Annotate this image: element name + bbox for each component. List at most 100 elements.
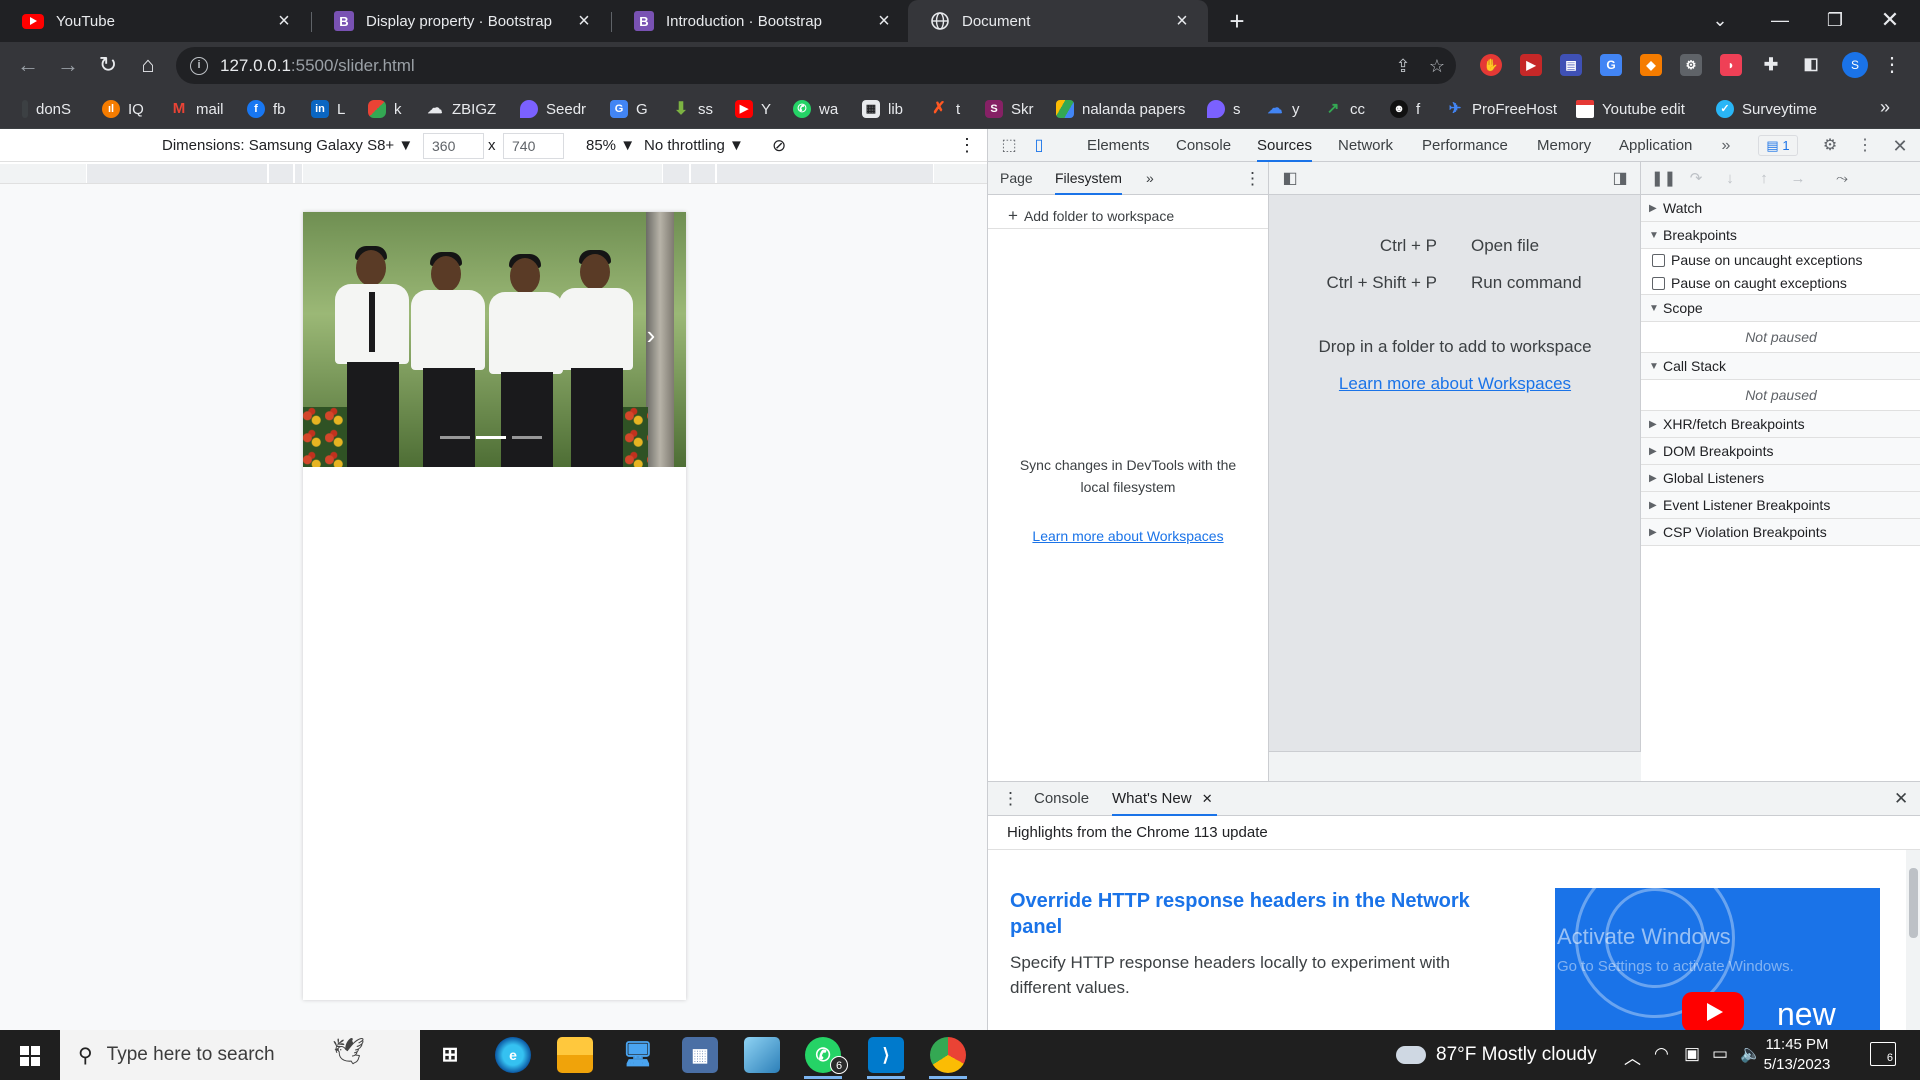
close-drawer-icon[interactable]: ✕ bbox=[1894, 782, 1908, 816]
whats-new-title-link[interactable]: Override HTTP response headers in the Ne… bbox=[1010, 888, 1500, 940]
bookmark-item[interactable]: s bbox=[1207, 98, 1241, 120]
system-clock[interactable]: 11:45 PM 5/13/2023 bbox=[1742, 1035, 1852, 1075]
meet-now-icon[interactable]: ▣ bbox=[1684, 1044, 1700, 1064]
devtools-menu-icon[interactable]: ⋮ bbox=[1854, 135, 1876, 157]
scrollbar-thumb[interactable] bbox=[1909, 868, 1918, 938]
carousel-indicator[interactable] bbox=[512, 436, 542, 439]
bookmark-item[interactable]: Mmail bbox=[170, 98, 224, 120]
minimize-icon[interactable]: — bbox=[1750, 0, 1810, 42]
drawer-scrollbar[interactable] bbox=[1906, 850, 1920, 1031]
bookmark-item[interactable]: ☁ ZBIGZ bbox=[426, 98, 497, 120]
close-tab-icon[interactable]: × bbox=[1170, 10, 1194, 33]
device-toggle-icon[interactable]: ▯ bbox=[1028, 135, 1050, 157]
bookmark-item[interactable]: S Skr bbox=[985, 98, 1034, 120]
media-query-segment[interactable] bbox=[294, 164, 303, 183]
bookmark-item[interactable]: nalanda papers bbox=[1056, 98, 1185, 120]
height-input[interactable]: 740 bbox=[503, 133, 564, 159]
vscode-icon[interactable]: ⟩ bbox=[868, 1037, 904, 1073]
file-explorer-icon[interactable] bbox=[557, 1037, 593, 1073]
tab-filesystem[interactable]: Filesystem bbox=[1055, 162, 1122, 195]
reload-icon[interactable]: ↻ bbox=[92, 49, 124, 81]
profile-avatar[interactable]: S bbox=[1842, 52, 1868, 78]
bookmark-star-icon[interactable]: ☆ bbox=[1426, 55, 1448, 77]
drawer-tab-console[interactable]: Console bbox=[1034, 782, 1089, 816]
settings-gear-icon[interactable]: ⚙ bbox=[1819, 135, 1841, 157]
tab-memory[interactable]: Memory bbox=[1537, 129, 1591, 162]
chrome-menu-icon[interactable]: ⋮ bbox=[1882, 50, 1902, 80]
close-devtools-icon[interactable]: ✕ bbox=[1889, 135, 1911, 157]
bookmark-item[interactable]: ↗ cc bbox=[1324, 98, 1365, 120]
step-into-icon[interactable]: ↓ bbox=[1719, 168, 1741, 190]
csp-violation-breakpoints-pane[interactable]: ▶ CSP Violation Breakpoints bbox=[1641, 519, 1920, 546]
tab-document[interactable]: Document × bbox=[908, 0, 1208, 42]
throttling-select[interactable]: No throttling ▼ bbox=[644, 129, 744, 162]
inspect-element-icon[interactable]: ⬚ bbox=[998, 135, 1020, 157]
chrome-icon[interactable] bbox=[930, 1037, 966, 1073]
carousel-indicator-active[interactable] bbox=[476, 436, 506, 439]
url-text[interactable]: 127.0.0.1:5500/slider.html bbox=[220, 56, 415, 76]
step-out-icon[interactable]: ↑ bbox=[1753, 168, 1775, 190]
forward-icon[interactable]: → bbox=[52, 49, 84, 81]
step-icon[interactable]: → bbox=[1787, 168, 1809, 190]
pause-uncaught-option[interactable]: Pause on uncaught exceptions bbox=[1641, 249, 1920, 272]
tab-elements[interactable]: Elements bbox=[1087, 129, 1150, 162]
bookmark-item[interactable]: k bbox=[368, 98, 402, 120]
restore-icon[interactable]: ❐ bbox=[1805, 0, 1865, 42]
media-query-segment[interactable] bbox=[690, 164, 716, 183]
battery-icon[interactable]: ▭ bbox=[1712, 1044, 1728, 1064]
show-hidden-icons-icon[interactable]: ︿ bbox=[1624, 1044, 1641, 1069]
bookmark-item[interactable]: Youtube edit bbox=[1576, 98, 1685, 120]
tab-network[interactable]: Network bbox=[1338, 129, 1393, 162]
navigator-menu-icon[interactable]: ⋮ bbox=[1244, 162, 1261, 195]
media-query-segment[interactable] bbox=[662, 164, 690, 183]
tab-performance[interactable]: Performance bbox=[1422, 129, 1508, 162]
bookmark-item[interactable]: donS bbox=[22, 98, 71, 120]
tab-youtube[interactable]: YouTube × bbox=[0, 0, 310, 42]
task-view-icon[interactable]: ⊞ bbox=[432, 1037, 468, 1073]
extension-video-icon[interactable]: ▶ bbox=[1520, 54, 1542, 76]
media-query-segment[interactable] bbox=[268, 164, 294, 183]
extension-pocket-icon[interactable]: ◗ bbox=[1720, 54, 1742, 76]
extension-wappalyzer-icon[interactable]: ⚙ bbox=[1680, 54, 1702, 76]
close-tab-icon[interactable]: × bbox=[572, 10, 596, 33]
carousel-indicator[interactable] bbox=[440, 436, 470, 439]
learn-more-link[interactable]: Learn more about Workspaces bbox=[1269, 374, 1641, 394]
device-select[interactable]: Dimensions: Samsung Galaxy S8+ ▼ bbox=[162, 129, 413, 162]
zoom-select[interactable]: 85% ▼ bbox=[586, 129, 635, 162]
close-window-icon[interactable]: ✕ bbox=[1860, 0, 1920, 42]
rotate-icon[interactable]: ⊘ bbox=[772, 129, 786, 162]
bookmark-item[interactable]: ✓ Surveytime bbox=[1716, 98, 1817, 120]
scope-pane[interactable]: ▼ Scope bbox=[1641, 295, 1920, 322]
calculator-icon[interactable]: ▦ bbox=[682, 1037, 718, 1073]
more-navigator-icon[interactable]: » bbox=[1146, 162, 1154, 195]
bookmark-item[interactable]: ▦ lib bbox=[862, 98, 903, 120]
learn-more-link[interactable]: Learn more about Workspaces bbox=[1008, 528, 1248, 544]
home-icon[interactable]: ⌂ bbox=[132, 49, 164, 81]
checkbox[interactable] bbox=[1652, 277, 1665, 290]
watch-pane[interactable]: ▶ Watch bbox=[1641, 195, 1920, 222]
more-tabs-icon[interactable]: » bbox=[1715, 135, 1737, 157]
width-input[interactable]: 360 bbox=[423, 133, 484, 159]
bookmark-item[interactable]: ✈ ProFreeHost bbox=[1446, 98, 1557, 120]
whats-new-video-thumbnail[interactable]: Activate Windows Go to Settings to activ… bbox=[1555, 888, 1880, 1031]
extension-translate-icon[interactable]: G bbox=[1600, 54, 1622, 76]
bookmark-item[interactable]: GG bbox=[610, 98, 648, 120]
windows-start-icon[interactable] bbox=[0, 1030, 60, 1080]
drawer-menu-icon[interactable]: ⋮ bbox=[1002, 782, 1019, 816]
tab-introduction[interactable]: B Introduction · Bootstrap × bbox=[612, 0, 910, 42]
bookmark-item[interactable]: ıl IQ bbox=[102, 98, 144, 120]
tab-console[interactable]: Console bbox=[1176, 129, 1231, 162]
youtube-play-icon[interactable] bbox=[1682, 992, 1744, 1031]
bookmark-item[interactable]: ⬇ ss bbox=[672, 98, 713, 120]
tab-display-property[interactable]: B Display property · Bootstrap × bbox=[312, 0, 610, 42]
event-listener-breakpoints-pane[interactable]: ▶ Event Listener Breakpoints bbox=[1641, 492, 1920, 519]
side-panel-icon[interactable]: ◧ bbox=[1800, 54, 1822, 76]
xhr-breakpoints-pane[interactable]: ▶ XHR/fetch Breakpoints bbox=[1641, 411, 1920, 438]
new-tab-button[interactable]: + bbox=[1222, 6, 1252, 36]
close-tab-icon[interactable]: ✕ bbox=[1202, 791, 1213, 806]
drawer-tab-whats-new[interactable]: What's New ✕ bbox=[1112, 782, 1217, 816]
close-tab-icon[interactable]: × bbox=[272, 10, 296, 33]
taskbar-search[interactable]: ⚲ Type here to search 🕊 bbox=[60, 1030, 420, 1080]
issues-badge[interactable]: ▤ 1 bbox=[1758, 135, 1798, 156]
image-carousel[interactable]: › bbox=[303, 212, 686, 467]
